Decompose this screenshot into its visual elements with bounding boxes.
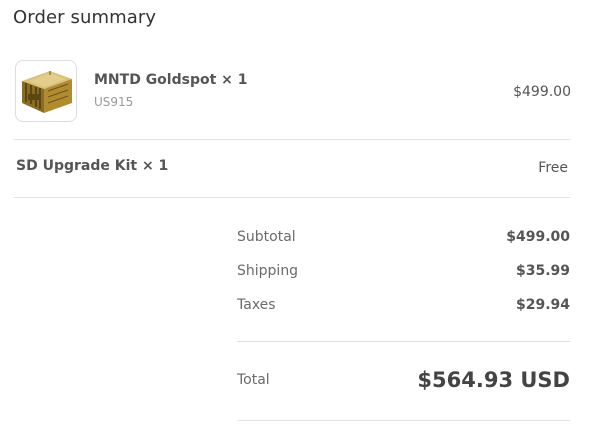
addon-name: SD Upgrade Kit × 1 (16, 158, 169, 174)
addon-row: SD Upgrade Kit × 1 Free (16, 158, 568, 180)
total-divider (237, 341, 570, 342)
total-row: Total $564.93 USD (237, 368, 570, 398)
product-price: $499.00 (513, 84, 571, 100)
order-summary-title: Order summary (13, 7, 157, 28)
taxes-row: Taxes $29.94 (237, 294, 570, 328)
product-thumbnail (15, 60, 77, 122)
product-name: MNTD Goldspot × 1 (94, 72, 248, 88)
total-label: Total (237, 372, 270, 388)
order-summary-panel: Order summary MNTD Goldspot × 1 US915 $4… (0, 0, 610, 430)
divider (13, 139, 571, 140)
totals-section: Subtotal $499.00 Shipping $35.99 Taxes $… (237, 226, 570, 328)
gold-device-box-icon (22, 71, 72, 113)
product-sku: US915 (94, 95, 134, 109)
taxes-label: Taxes (237, 297, 276, 313)
shipping-label: Shipping (237, 263, 299, 279)
subtotal-value: $499.00 (506, 229, 570, 245)
addon-price: Free (538, 160, 568, 176)
taxes-value: $29.94 (515, 297, 570, 313)
divider (237, 420, 570, 421)
divider (13, 197, 571, 198)
total-value: $564.93 USD (417, 368, 570, 392)
line-item-row: MNTD Goldspot × 1 US915 $499.00 (13, 60, 571, 124)
shipping-value: $35.99 (515, 263, 570, 279)
subtotal-label: Subtotal (237, 229, 296, 245)
subtotal-row: Subtotal $499.00 (237, 226, 570, 260)
shipping-row: Shipping $35.99 (237, 260, 570, 294)
